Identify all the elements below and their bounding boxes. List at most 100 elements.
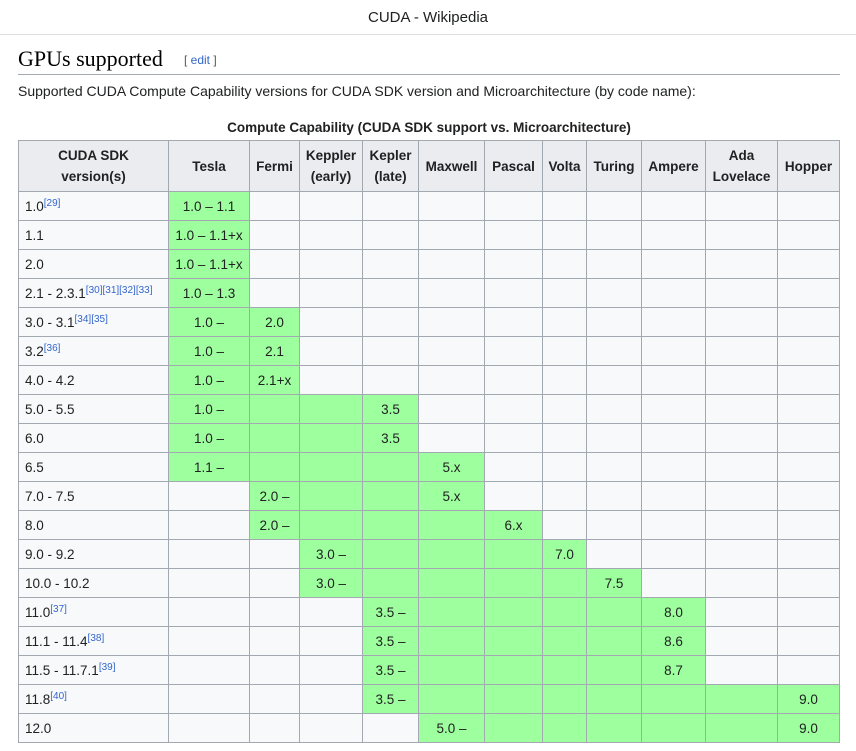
supported-cell (418, 539, 485, 569)
supported-cell (586, 684, 642, 714)
unsupported-cell (484, 249, 543, 279)
table-caption: Compute Capability (CUDA SDK support vs.… (227, 120, 631, 135)
unsupported-cell (777, 249, 840, 279)
citation-link[interactable]: [29] (44, 198, 61, 209)
unsupported-cell (249, 597, 300, 627)
unsupported-cell (777, 655, 840, 685)
sdk-version-cell: 6.5 (18, 452, 169, 482)
window-title: CUDA - Wikipedia (367, 8, 489, 26)
unsupported-cell (362, 365, 419, 395)
citation-link[interactable]: [37] (50, 604, 67, 615)
unsupported-cell (705, 249, 778, 279)
sdk-version-cell: 8.0 (18, 510, 169, 540)
supported-cell: 3.0 – (299, 539, 363, 569)
unsupported-cell (299, 684, 363, 714)
unsupported-cell (168, 684, 250, 714)
unsupported-cell (705, 394, 778, 424)
supported-cell (299, 481, 363, 511)
unsupported-cell (299, 249, 363, 279)
supported-cell (705, 713, 778, 743)
unsupported-cell (705, 568, 778, 598)
unsupported-cell (586, 394, 642, 424)
supported-cell (542, 684, 587, 714)
citation-link[interactable]: [40] (50, 691, 67, 702)
sdk-version-cell: 3.2[36] (18, 336, 169, 366)
unsupported-cell (641, 278, 706, 308)
supported-cell: 5.x (418, 481, 485, 511)
supported-cell: 1.0 – (168, 365, 250, 395)
unsupported-cell (299, 597, 363, 627)
supported-cell: 1.1 – (168, 452, 250, 482)
intro-paragraph: Supported CUDA Compute Capability versio… (18, 83, 696, 99)
citation-link[interactable]: [36] (44, 343, 61, 354)
column-header: Ampere (641, 140, 706, 192)
supported-cell (362, 481, 419, 511)
unsupported-cell (641, 336, 706, 366)
unsupported-cell (641, 510, 706, 540)
supported-cell (249, 423, 300, 453)
edit-link[interactable]: edit (191, 53, 210, 67)
unsupported-cell (586, 423, 642, 453)
supported-cell (586, 597, 642, 627)
column-header: Turing (586, 140, 642, 192)
supported-cell: 8.6 (641, 626, 706, 656)
supported-cell: 6.x (484, 510, 543, 540)
table-row: 3.2[36] 1.0 –2.1 (18, 336, 840, 366)
column-header: Volta (542, 140, 587, 192)
unsupported-cell (586, 191, 642, 221)
column-header: CUDA SDK version(s) (18, 140, 169, 192)
unsupported-cell (362, 220, 419, 250)
supported-cell (418, 626, 485, 656)
unsupported-cell (777, 307, 840, 337)
compute-capability-table: CUDA SDK version(s) Tesla Fermi Keppler (earl… (18, 140, 840, 743)
supported-cell (299, 452, 363, 482)
citation-link[interactable]: [39] (99, 662, 116, 673)
unsupported-cell (641, 365, 706, 395)
table-row: 11.8[40] 3.5 – 9.0 (18, 684, 840, 714)
unsupported-cell (777, 481, 840, 511)
unsupported-cell (299, 191, 363, 221)
unsupported-cell (418, 423, 485, 453)
supported-cell (484, 655, 543, 685)
supported-cell: 2.0 – (249, 510, 300, 540)
unsupported-cell (249, 539, 300, 569)
supported-cell: 2.1+x (249, 365, 300, 395)
citation-link[interactable]: [34][35] (75, 314, 108, 325)
citation-link[interactable]: [30][31][32][33] (86, 285, 153, 296)
supported-cell: 3.5 – (362, 626, 419, 656)
supported-cell (299, 510, 363, 540)
unsupported-cell (168, 713, 250, 743)
supported-cell (418, 510, 485, 540)
unsupported-cell (249, 713, 300, 743)
unsupported-cell (777, 510, 840, 540)
sdk-version-cell: 11.1 - 11.4[38] (18, 626, 169, 656)
table-row: 3.0 - 3.1[34][35] 1.0 –2.0 (18, 307, 840, 337)
supported-cell (542, 597, 587, 627)
unsupported-cell (168, 568, 250, 598)
column-header: Keppler (early) (299, 140, 363, 192)
unsupported-cell (586, 365, 642, 395)
supported-cell: 1.0 – (168, 336, 250, 366)
supported-cell (484, 713, 543, 743)
sdk-version-cell: 11.5 - 11.7.1[39] (18, 655, 169, 685)
unsupported-cell (168, 510, 250, 540)
unsupported-cell (586, 481, 642, 511)
supported-cell (484, 568, 543, 598)
column-header: Fermi (249, 140, 300, 192)
supported-cell: 3.5 – (362, 684, 419, 714)
citation-link[interactable]: [38] (88, 633, 105, 644)
unsupported-cell (484, 423, 543, 453)
sdk-version-cell: 3.0 - 3.1[34][35] (18, 307, 169, 337)
unsupported-cell (418, 278, 485, 308)
unsupported-cell (641, 481, 706, 511)
unsupported-cell (542, 220, 587, 250)
edit-section: [ edit ] (184, 53, 217, 67)
supported-cell: 1.0 – 1.1+x (168, 249, 250, 279)
table-row: 12.0 5.0 – 9.0 (18, 713, 840, 743)
supported-cell (641, 684, 706, 714)
supported-cell (542, 568, 587, 598)
unsupported-cell (542, 423, 587, 453)
unsupported-cell (542, 336, 587, 366)
unsupported-cell (168, 597, 250, 627)
supported-cell (586, 626, 642, 656)
